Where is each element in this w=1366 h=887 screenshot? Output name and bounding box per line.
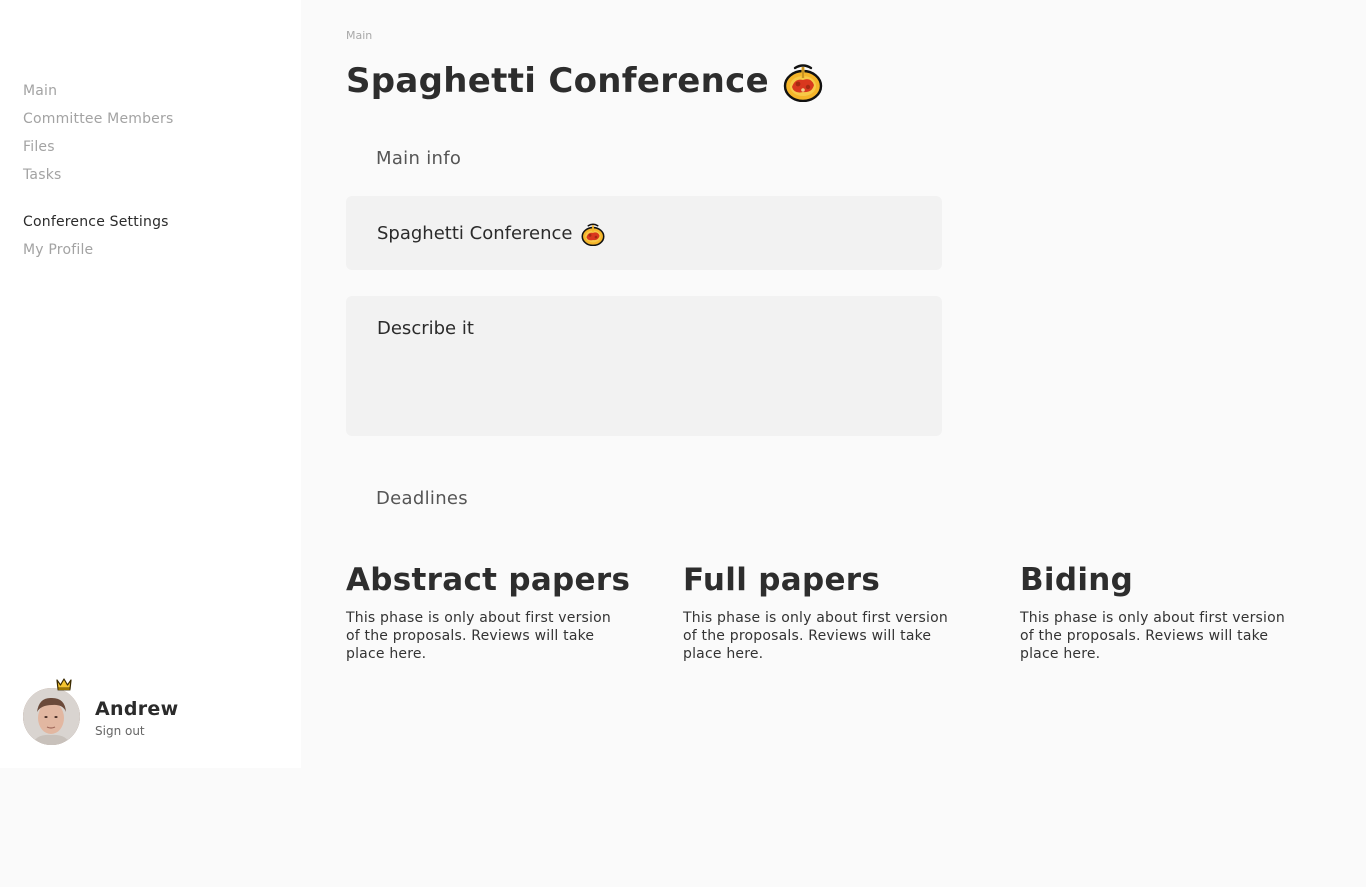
breadcrumb[interactable]: Main [346,29,372,42]
spaghetti-icon [581,221,605,246]
phase-description: This phase is only about first version o… [346,610,611,662]
sidebar-nav: Main Committee Members Files Tasks Confe… [23,82,173,269]
sidebar-item-main[interactable]: Main [23,82,173,110]
phase-biding[interactable]: Biding This phase is only about first ve… [1020,562,1300,663]
sidebar: Main Committee Members Files Tasks Confe… [0,0,301,768]
phase-abstract-papers[interactable]: Abstract papers This phase is only about… [346,562,631,663]
phase-title: Abstract papers [346,562,631,598]
page-title: Spaghetti Conference [346,60,823,103]
phase-description: This phase is only about first version o… [1020,610,1285,662]
sidebar-item-tasks[interactable]: Tasks [23,166,173,194]
conference-name-field[interactable]: Spaghetti Conference [346,196,942,270]
user-name: Andrew [95,698,179,720]
sidebar-item-files[interactable]: Files [23,138,173,166]
sign-out-link[interactable]: Sign out [95,724,145,738]
description-field[interactable]: Describe it [346,296,942,436]
nav-divider [23,194,173,213]
sidebar-item-my-profile[interactable]: My Profile [23,241,173,269]
deadlines-label: Deadlines [376,488,468,509]
main-info-label: Main info [376,148,462,169]
avatar[interactable] [23,688,80,745]
phase-title: Full papers [683,562,881,598]
conference-name-value: Spaghetti Conference [377,222,573,244]
sidebar-item-conference-settings[interactable]: Conference Settings [23,213,173,241]
sidebar-item-committee-members[interactable]: Committee Members [23,110,173,138]
user-panel: Andrew Sign out [23,678,283,746]
crown-icon [56,676,72,691]
page-title-text: Spaghetti Conference [346,61,769,101]
description-placeholder: Describe it [377,318,474,339]
phase-full-papers[interactable]: Full papers This phase is only about fir… [683,562,963,663]
spaghetti-icon [783,60,823,103]
phase-description: This phase is only about first version o… [683,610,948,662]
phase-title: Biding [1020,562,1134,598]
